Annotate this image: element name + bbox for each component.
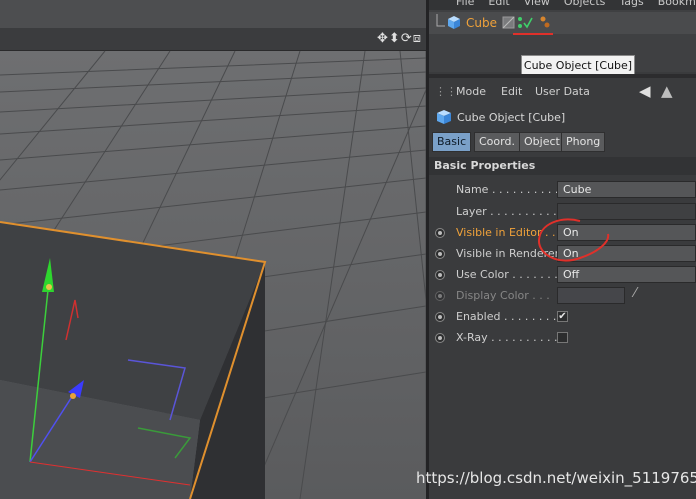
enabled-check-icon: [523, 17, 533, 29]
menu-mode[interactable]: Mode: [456, 85, 486, 98]
tab-object[interactable]: Object: [519, 132, 565, 152]
3d-viewport[interactable]: ✥⬍⟳⧈: [0, 0, 426, 499]
xray-checkbox[interactable]: [557, 332, 568, 343]
section-basic-properties[interactable]: Basic Properties: [429, 157, 696, 175]
grip-icon: ⋮⋮: [435, 85, 457, 98]
display-color-swatch: [557, 287, 625, 304]
menu-file[interactable]: File: [456, 0, 474, 8]
attribute-menubar: ⋮⋮ Mode Edit User Data ◀ ▲: [429, 80, 696, 102]
prop-xray-label: X-Ray . . . . . . . . . . .: [456, 331, 565, 344]
prop-display-color-label: Display Color . . .: [456, 289, 550, 302]
menu-edit[interactable]: Edit: [488, 0, 509, 8]
object-manager-menubar: File Edit View Objects Tags Bookm: [429, 0, 696, 10]
animate-toggle-use-color[interactable]: [435, 270, 445, 280]
viewport-scene: [0, 50, 426, 499]
eyedropper-icon: ⁄: [634, 286, 637, 301]
editor-visibility-dot: [518, 17, 522, 21]
object-title: Cube Object [Cube]: [457, 111, 566, 124]
render-visibility-dot: [518, 24, 522, 28]
menu-objects[interactable]: Objects: [564, 0, 606, 8]
animate-toggle-visible-editor[interactable]: [435, 228, 445, 238]
prop-name-label: Name . . . . . . . . . . . .: [456, 183, 573, 196]
watermark: https://blog.csdn.net/weixin_51197655: [416, 469, 696, 487]
menu-edit[interactable]: Edit: [501, 85, 522, 98]
menu-view[interactable]: View: [524, 0, 550, 8]
menu-user-data[interactable]: User Data: [535, 85, 590, 98]
cube-object-icon: [448, 16, 460, 29]
animate-toggle-display-color: [435, 291, 445, 301]
cube-object-icon: [437, 110, 451, 124]
tab-basic[interactable]: Basic: [432, 132, 472, 152]
object-row-graphics: [436, 14, 553, 35]
up-arrow-icon[interactable]: ▲: [661, 82, 673, 100]
tab-phong[interactable]: Phong: [561, 132, 606, 152]
animate-toggle-enabled[interactable]: [435, 312, 445, 322]
annotation-circle: [537, 218, 610, 262]
name-field[interactable]: Cube: [557, 181, 696, 198]
back-arrow-icon[interactable]: ◀: [639, 82, 651, 100]
animate-toggle-xray[interactable]: [435, 333, 445, 343]
prop-enabled-label: Enabled . . . . . . . . .: [456, 310, 564, 323]
object-name-cube[interactable]: Cube: [466, 16, 497, 30]
animate-toggle-visible-renderer[interactable]: [435, 249, 445, 259]
menu-bookmarks[interactable]: Bookm: [658, 0, 696, 8]
phong-tag-icon: [540, 16, 546, 22]
enabled-checkbox[interactable]: ✔: [557, 311, 568, 322]
tab-coord[interactable]: Coord.: [474, 132, 520, 152]
menu-tags[interactable]: Tags: [619, 0, 643, 8]
